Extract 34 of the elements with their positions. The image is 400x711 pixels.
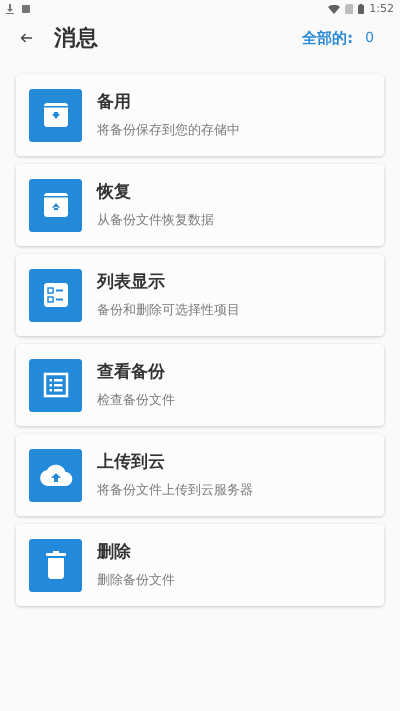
menu-card[interactable]: 删除 删除备份文件 [16, 524, 384, 606]
archive-down-icon [42, 102, 68, 128]
menu-card[interactable]: 上传到云 将备份文件上传到云服务器 [16, 434, 384, 516]
item-description: 将备份文件上传到云服务器 [97, 482, 253, 500]
archive-up-icon [42, 192, 68, 218]
item-title: 查看备份 [97, 360, 166, 384]
menu-card[interactable]: 列表显示 备份和删除可选择性项目 [16, 254, 384, 336]
item-description: 将备份保存到您的存储中 [97, 122, 240, 140]
item-description: 备份和删除可选择性项目 [97, 302, 240, 320]
no-sim-icon [345, 4, 354, 14]
menu-card[interactable]: 恢复 从备份文件恢复数据 [16, 164, 384, 246]
item-title: 列表显示 [97, 270, 166, 294]
item-title: 备用 [97, 90, 132, 114]
count-label: 全部的: [302, 28, 354, 49]
item-description: 检查备份文件 [97, 392, 175, 410]
wifi-icon [328, 4, 340, 14]
item-description: 从备份文件恢复数据 [97, 212, 214, 230]
item-title: 上传到云 [97, 450, 166, 474]
trash-icon [44, 551, 66, 579]
item-title: 删除 [97, 540, 132, 564]
battery-icon [358, 4, 364, 14]
item-description: 删除备份文件 [97, 572, 175, 590]
notification-icon [22, 5, 30, 13]
cloud-upload-icon [38, 463, 72, 487]
count-value: 0 [365, 28, 374, 48]
list-icon [42, 372, 68, 398]
status-time: 1:52 [369, 0, 394, 17]
item-title: 恢复 [97, 180, 132, 204]
menu-card[interactable]: 备用 将备份保存到您的存储中 [16, 74, 384, 156]
checklist-icon [42, 282, 68, 308]
page-title: 消息 [54, 24, 98, 52]
download-icon [6, 4, 14, 14]
back-arrow-icon [20, 33, 32, 43]
menu-card[interactable]: 查看备份 检查备份文件 [16, 344, 384, 426]
